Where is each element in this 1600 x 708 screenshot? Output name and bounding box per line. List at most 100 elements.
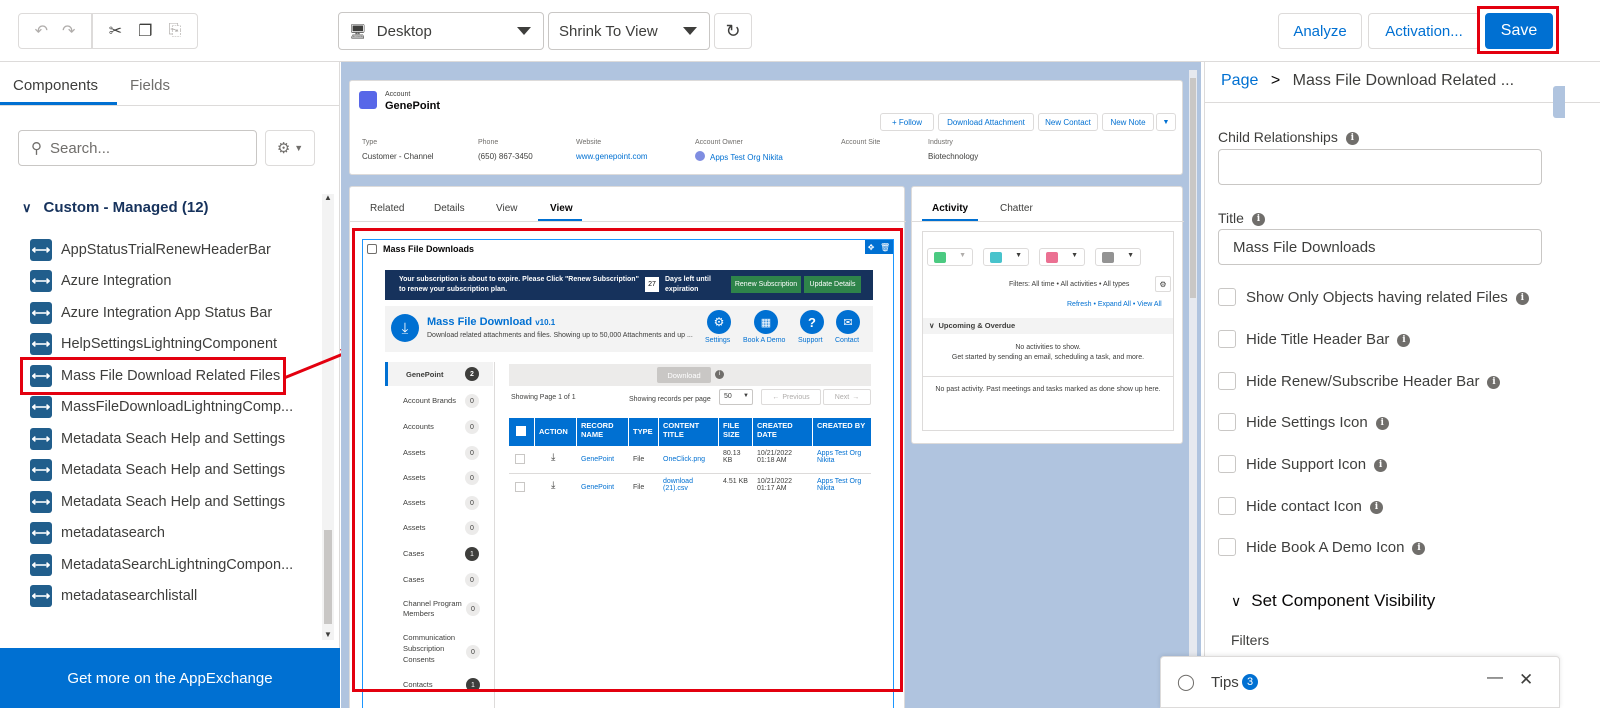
new-contact-button[interactable]: New Contact [1038,113,1098,131]
highlight-save [1477,6,1559,54]
hide-renew-header-checkbox[interactable] [1218,372,1236,390]
tab-view[interactable]: View [496,203,518,214]
list-item[interactable]: ⟷ HelpSettingsLightningComponent [30,333,277,355]
checkbox-label: Hide Title Header Bar i [1246,331,1411,348]
new-event-button[interactable]: ▼ [1039,248,1085,266]
zoom-select[interactable]: Shrink To View [548,12,710,50]
tab-activity[interactable]: Activity [932,203,968,214]
analyze-button[interactable]: Analyze [1278,13,1362,49]
tab-chatter[interactable]: Chatter [1000,203,1033,214]
upcoming-section[interactable]: ∨ Upcoming & Overdue [923,318,1173,334]
paste-icon[interactable]: ⎘ [168,22,181,40]
search-input[interactable]: ⚲ Search... [18,130,257,166]
divider [0,105,340,106]
canvas-scrollbar[interactable] [1189,70,1197,690]
show-only-related-files-checkbox[interactable] [1218,288,1236,306]
avatar [695,151,705,161]
filters-label: Filters [1231,632,1270,648]
breadcrumb: Page > Mass File Download Related ... [1221,72,1514,90]
list-item[interactable]: ⟷ Metadata Seach Help and Settings [30,428,285,450]
scrollbar[interactable]: ▲ ▼ [322,193,334,640]
item-label: Metadata Seach Help and Settings [61,431,286,447]
list-item[interactable]: ⟷ Azure Integration [30,270,171,292]
new-note-button[interactable]: New Note [1102,113,1154,131]
item-label: MetadataSearchLightningCompon... [61,557,294,573]
label-text: Title [1218,210,1244,226]
minimize-icon[interactable]: — [1487,669,1503,687]
tab-view-active[interactable]: View [550,203,573,214]
close-icon[interactable]: ✕ [1519,670,1533,690]
chevron-down-icon [517,27,531,35]
activation-button[interactable]: Activation... [1368,13,1480,49]
collapse-panel-handle[interactable] [1553,86,1565,118]
highlight-component [20,357,286,395]
title-input[interactable]: Mass File Downloads [1218,229,1542,265]
hide-support-icon-checkbox[interactable] [1218,455,1236,473]
download-attachment-button[interactable]: Download Attachment [938,113,1034,131]
tab-components[interactable]: Components [13,77,98,94]
info-icon: i [1397,333,1411,347]
owner-link[interactable]: Apps Test Org Nikita [710,153,783,162]
list-item[interactable]: ⟷ Metadata Seach Help and Settings [30,491,285,513]
follow-button[interactable]: + Follow [880,113,934,131]
hide-contact-icon-checkbox[interactable] [1218,497,1236,515]
tips-panel[interactable]: ◯ Tips 3 — ✕ [1160,656,1560,708]
refresh-button[interactable]: ↻ [714,13,752,49]
lightning-icon: ⟷ [30,459,52,481]
list-item[interactable]: ⟷ metadatasearchlistall [30,585,197,607]
hide-settings-icon-checkbox[interactable] [1218,413,1236,431]
label-text: Hide Renew/Subscribe Header Bar [1246,373,1480,390]
checkbox-label: Show Only Objects having related Files i [1246,289,1529,306]
hide-book-demo-icon-checkbox[interactable] [1218,538,1236,556]
item-label: metadatasearchlistall [61,588,198,604]
section-custom-managed[interactable]: ∨ Custom - Managed (12) [22,199,209,216]
redo-icon[interactable]: ↷ [62,21,75,41]
copy-icon[interactable]: ❐ [138,21,152,41]
info-icon: i [1515,291,1529,305]
lightning-icon: ⟷ [30,554,52,576]
checkbox-label: Hide contact Icon i [1246,498,1383,515]
new-task-button[interactable]: ▼ [927,248,973,266]
field-label: Account Owner [695,139,743,146]
device-value: Desktop [376,22,432,40]
set-visibility-section[interactable]: ∨ Set Component Visibility [1231,591,1435,611]
chevron-down-icon: ∨ [929,321,935,330]
tab-related[interactable]: Related [370,203,404,214]
no-activities-hint: Get started by sending an email, schedul… [951,354,1145,361]
settings-menu-button[interactable]: ⚙ ▼ [265,130,315,166]
list-item[interactable]: ⟷ AppStatusTrialRenewHeaderBar [30,239,271,261]
checkbox-label: Hide Book A Demo Icon i [1246,539,1426,556]
email-button[interactable]: ▼ [1095,248,1141,266]
breadcrumb-page-link[interactable]: Page [1221,72,1258,89]
website-link[interactable]: www.genepoint.com [576,152,648,161]
cut-icon[interactable]: ✂ [109,21,122,41]
hide-title-header-checkbox[interactable] [1218,330,1236,348]
more-actions-button[interactable]: ▼ [1156,113,1176,131]
search-icon: ⚲ [31,140,42,157]
list-item[interactable]: ⟷ Azure Integration App Status Bar [30,302,272,324]
checkbox-label: Hide Settings Icon i [1246,414,1389,431]
list-item[interactable]: ⟷ Metadata Seach Help and Settings [30,459,285,481]
appexchange-link[interactable]: Get more on the AppExchange [0,648,340,708]
info-icon: i [1369,500,1383,514]
child-relationships-field[interactable] [1218,149,1542,185]
list-item[interactable]: ⟷ MassFileDownloadLightningComp... [30,396,293,418]
tab-fields[interactable]: Fields [130,77,170,94]
lightning-icon: ⟷ [30,491,52,513]
section-label: Custom - Managed (12) [43,199,209,216]
lightning-icon: ⟷ [30,396,52,418]
log-call-button[interactable]: ▼ [983,248,1029,266]
tips-label: Tips [1211,674,1239,691]
gear-icon[interactable]: ⚙ [1155,276,1171,292]
tab-details[interactable]: Details [434,203,465,214]
list-item[interactable]: ⟷ metadatasearch [30,522,165,544]
undo-icon[interactable]: ↶ [35,21,48,41]
activity-links[interactable]: Refresh • Expand All • View All [1067,301,1162,308]
device-select[interactable]: 🖥 Desktop [338,12,544,50]
lightning-icon: ⟷ [30,270,52,292]
label-text: Show Only Objects having related Files [1246,289,1508,306]
list-item[interactable]: ⟷ MetadataSearchLightningCompon... [30,554,293,576]
lightning-icon: ⟷ [30,239,52,261]
field-label: Website [576,139,602,146]
chevron-down-icon: ∨ [1231,592,1242,609]
